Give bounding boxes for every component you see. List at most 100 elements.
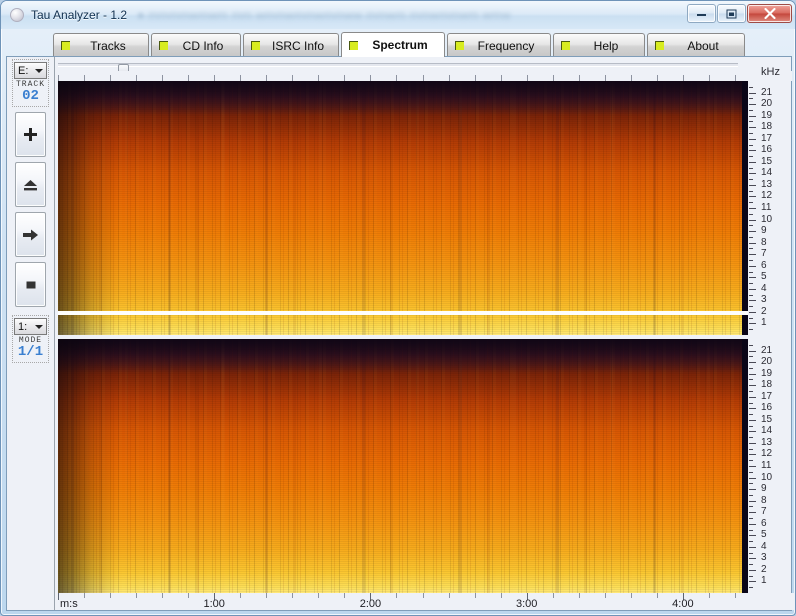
frequency-minor-tick [749, 121, 753, 123]
frequency-tick [749, 127, 756, 129]
drive-track-group: E: TRACK 02 [12, 59, 49, 107]
window-title: Tau Analyzer - 1.2 [31, 8, 128, 22]
frequency-minor-tick [749, 236, 753, 238]
frequency-minor-tick [749, 425, 753, 427]
tab-tracks[interactable]: Tracks [53, 33, 149, 57]
frequency-tick-label: 16 [761, 144, 773, 156]
tab-about[interactable]: About [647, 33, 745, 57]
frequency-minor-tick [749, 402, 753, 404]
spectrogram-right-channel[interactable] [58, 339, 748, 593]
frequency-minor-tick [749, 132, 753, 134]
spectrogram-cutoff-shade [58, 339, 748, 373]
tab-corner-icon [655, 41, 664, 50]
frequency-minor-tick [749, 471, 753, 473]
time-minor-tick [318, 593, 320, 598]
frequency-minor-tick [749, 179, 753, 181]
time-minor-tick [344, 593, 346, 598]
frequency-minor-tick [749, 483, 753, 485]
time-axis-unit-label: m:s [60, 598, 78, 610]
tab-isrc-info[interactable]: ISRC Info [243, 33, 339, 57]
spectrogram-canvas[interactable] [58, 81, 748, 593]
frequency-minor-tick [749, 202, 753, 204]
frequency-minor-tick [749, 271, 753, 273]
plus-icon [24, 128, 37, 141]
drive-select[interactable]: E: [14, 62, 47, 79]
stop-square-icon [26, 281, 35, 288]
frequency-tick [749, 208, 756, 209]
frequency-tick [749, 512, 756, 514]
eject-button[interactable] [15, 162, 46, 207]
frequency-tick-label: 18 [761, 379, 773, 391]
tab-label: About [687, 38, 719, 53]
spectrum-view: kHz 1 2 3 4 5 6 7 8 9 10 11 12 13 14 15 … [55, 57, 795, 610]
eject-icon [24, 179, 37, 190]
time-minor-tick [240, 593, 242, 598]
spectrogram-grain [58, 81, 748, 335]
frequency-minor-tick [749, 259, 753, 261]
play-pause-button[interactable] [15, 112, 46, 157]
frequency-tick-label: 10 [761, 471, 773, 483]
frequency-tick [749, 173, 756, 175]
chevron-down-icon [35, 68, 43, 73]
frequency-minor-tick [749, 552, 753, 554]
frequency-tick [749, 466, 756, 467]
frequency-tick-label: 19 [761, 109, 773, 121]
maximize-button[interactable] [717, 4, 746, 23]
frequency-tick-label: 5 [761, 529, 767, 541]
frequency-tick-label: 19 [761, 367, 773, 379]
frequency-tick [749, 265, 756, 267]
frequency-axis-left-channel: 1 2 3 4 5 6 7 8 9 10 11 12 13 14 15 16 17 18 19 20 21 [749, 81, 793, 335]
frequency-tick [749, 184, 756, 186]
frequency-tick [749, 219, 756, 221]
frequency-minor-tick [749, 167, 753, 169]
frequency-tick [749, 362, 756, 364]
frequency-tick [749, 196, 756, 198]
frequency-tick [749, 569, 756, 571]
frequency-minor-tick [749, 367, 753, 369]
frequency-tick [749, 500, 756, 502]
minimize-button[interactable] [687, 4, 716, 23]
frequency-minor-tick [749, 587, 753, 589]
mode-select[interactable]: 1: [14, 318, 47, 335]
mode-group: 1: MODE 1/1 [12, 315, 49, 363]
frequency-tick [749, 115, 756, 117]
frequency-tick-label: 20 [761, 98, 773, 110]
time-tick-label: 3:00 [515, 598, 538, 610]
frequency-tick [749, 311, 756, 313]
frequency-minor-tick [749, 156, 753, 158]
next-button[interactable] [15, 212, 46, 257]
spectrogram-cutoff-shade [58, 81, 748, 115]
stop-button[interactable] [15, 262, 46, 307]
frequency-tick-label: 21 [761, 86, 773, 98]
frequency-minor-tick [749, 517, 753, 519]
tab-spectrum[interactable]: Spectrum [341, 32, 445, 57]
frequency-minor-tick [749, 379, 753, 381]
top-ruler [55, 71, 792, 81]
close-button[interactable] [747, 4, 792, 23]
spectrogram-end-cap [742, 81, 748, 335]
tab-help[interactable]: Help [553, 33, 645, 57]
tab-label: Help [593, 38, 619, 53]
frequency-tick-label: 11 [761, 460, 772, 471]
tab-corner-icon [251, 41, 260, 50]
frequency-tick-label: 17 [761, 390, 773, 402]
time-axis: m:s 1:00 2:00 3:00 4:00 [58, 593, 795, 610]
frequency-tick-label: 10 [761, 213, 773, 225]
spectrogram-left-channel[interactable] [58, 81, 748, 335]
frequency-minor-tick [749, 506, 753, 508]
tab-corner-icon [159, 41, 168, 50]
time-tick-label: 1:00 [203, 598, 225, 610]
frequency-tick-label: 2 [761, 305, 767, 317]
tab-cd-info[interactable]: CD Info [151, 33, 241, 57]
mode-number: 1/1 [17, 344, 44, 360]
frequency-tick-label: 8 [761, 236, 767, 248]
frequency-minor-tick [749, 294, 753, 296]
mode-select-value: 1: [18, 320, 28, 333]
tab-frequency[interactable]: Frequency [447, 33, 551, 57]
frequency-minor-tick [749, 414, 753, 416]
frequency-tick-label: 4 [761, 540, 767, 552]
frequency-tick-label: 9 [761, 225, 767, 237]
horizontal-scrollbar[interactable] [58, 63, 738, 77]
frequency-tick [749, 242, 756, 244]
frequency-tick [749, 350, 756, 352]
